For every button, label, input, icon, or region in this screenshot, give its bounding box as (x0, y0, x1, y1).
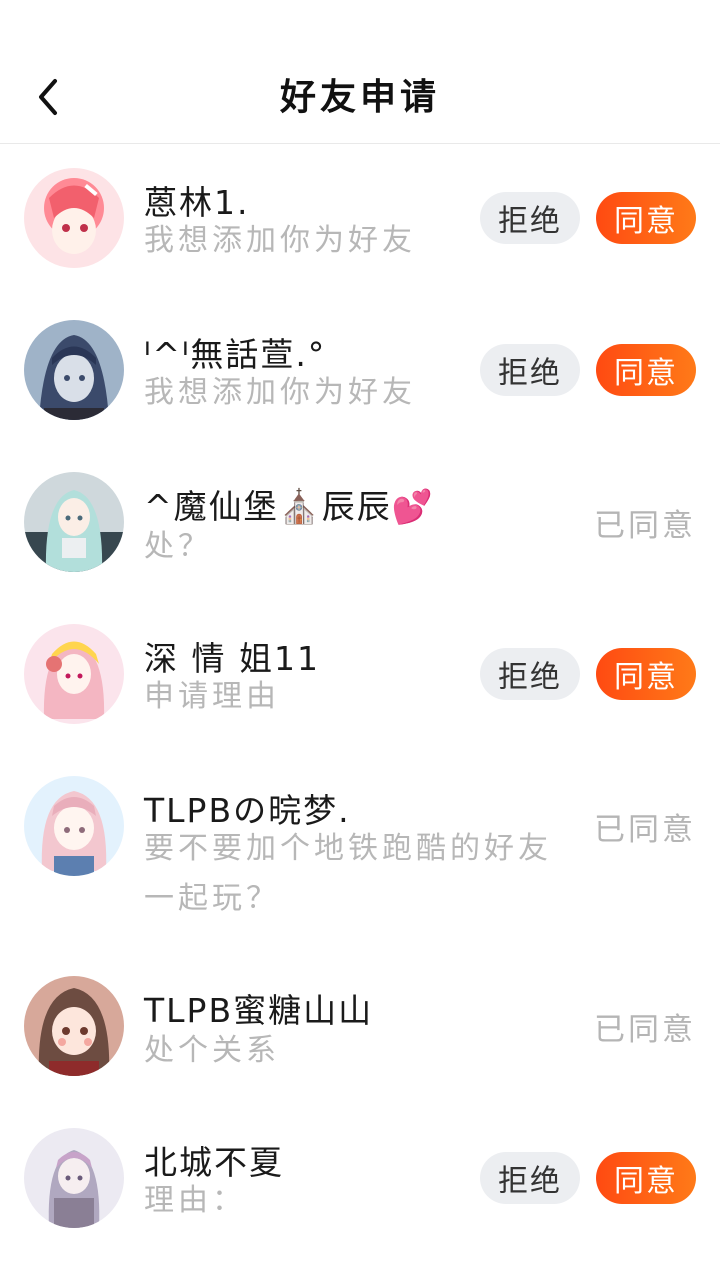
requester-name: ^魔仙堡⛪辰辰💕 (144, 487, 435, 526)
request-reason: 要不要加个地铁跑酷的好友一起玩？ (144, 831, 552, 916)
list-item: ᑊ^ᑊ無話萱.° 我想添加你为好友 拒绝 同意 (0, 320, 720, 450)
list-item: 蒽林1. 我想添加你为好友 拒绝 同意 (0, 168, 720, 298)
list-item: 深 情 姐11 申请理由 拒绝 同意 (0, 624, 720, 754)
header-bar: 好友申请 (0, 0, 720, 144)
avatar[interactable] (24, 976, 124, 1076)
status-agreed-label: 已同意 (594, 812, 696, 848)
reject-button[interactable]: 拒绝 (480, 1152, 580, 1204)
list-item: TLPB蜜糖山山 处个关系 已同意 (0, 976, 720, 1106)
avatar[interactable] (24, 320, 124, 420)
status-agreed-label: 已同意 (594, 1012, 696, 1048)
list-item: TLPBの晥梦. 要不要加个地铁跑酷的好友一起玩？ 已同意 (0, 776, 720, 926)
accept-button[interactable]: 同意 (596, 344, 696, 396)
status-agreed-label: 已同意 (594, 508, 696, 544)
accept-button[interactable]: 同意 (596, 648, 696, 700)
request-reason: 处个关系 (144, 1033, 280, 1068)
avatar[interactable] (24, 168, 124, 268)
accept-button[interactable]: 同意 (596, 192, 696, 244)
avatar[interactable] (24, 624, 124, 724)
list-item: 北城不夏 理由： 拒绝 同意 (0, 1128, 720, 1258)
reject-button[interactable]: 拒绝 (480, 344, 580, 396)
request-reason: 处？ (144, 529, 212, 564)
avatar[interactable] (24, 776, 124, 876)
avatar[interactable] (24, 472, 124, 572)
accept-button[interactable]: 同意 (596, 1152, 696, 1204)
list-item: ^魔仙堡⛪辰辰💕 处？ 已同意 (0, 472, 720, 602)
avatar[interactable] (24, 1128, 124, 1228)
page-title: 好友申请 (279, 77, 440, 118)
reject-button[interactable]: 拒绝 (480, 192, 580, 244)
reject-button[interactable]: 拒绝 (480, 648, 580, 700)
requester-name: TLPB蜜糖山山 (144, 991, 374, 1030)
